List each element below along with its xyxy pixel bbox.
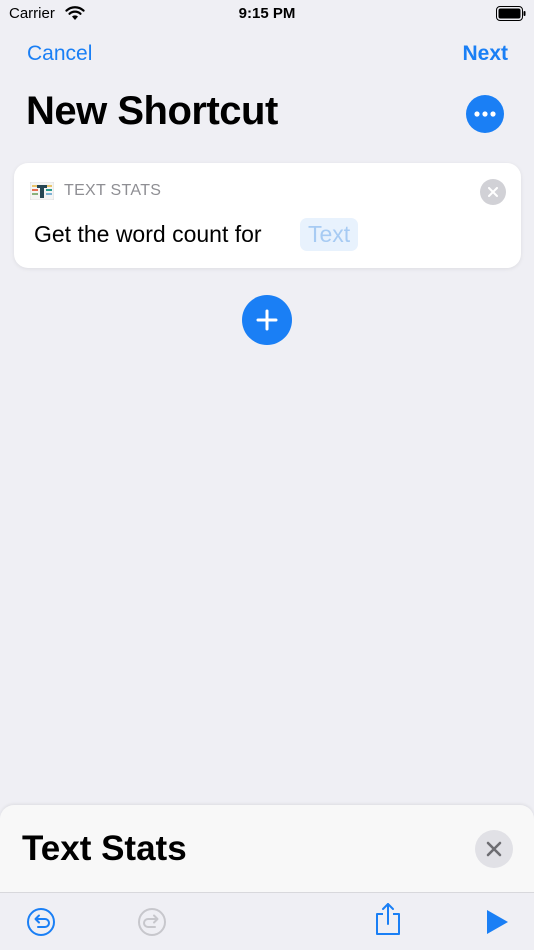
more-options-button[interactable] xyxy=(466,95,504,133)
run-button[interactable] xyxy=(482,907,512,937)
remove-action-button[interactable] xyxy=(480,179,506,205)
editor-toolbar xyxy=(0,892,534,950)
page-title: New Shortcut xyxy=(26,89,278,133)
status-bar: Carrier 9:15 PM xyxy=(0,0,534,30)
close-icon xyxy=(488,187,498,197)
action-app-name: TEXT STATS xyxy=(64,182,162,199)
share-icon xyxy=(376,903,400,935)
text-stats-app-icon xyxy=(30,182,54,200)
add-action-button[interactable] xyxy=(242,295,292,345)
plus-icon xyxy=(256,309,278,331)
text-parameter-token[interactable]: Text xyxy=(300,218,359,251)
undo-icon xyxy=(27,908,55,936)
share-button[interactable] xyxy=(373,903,403,935)
status-time: 9:15 PM xyxy=(238,5,296,22)
close-icon xyxy=(486,841,502,857)
play-icon xyxy=(487,910,508,934)
action-description: Get the word count for xyxy=(34,221,262,247)
sheet-title: Text Stats xyxy=(22,829,187,868)
cancel-button[interactable]: Cancel xyxy=(27,42,92,66)
undo-button[interactable] xyxy=(26,907,56,937)
redo-icon xyxy=(138,908,166,936)
redo-button[interactable] xyxy=(137,907,167,937)
action-card[interactable]: TEXT STATS Get the word count for Text xyxy=(14,163,521,268)
sheet-close-button[interactable] xyxy=(475,830,513,868)
battery-icon xyxy=(496,6,526,21)
next-button[interactable]: Next xyxy=(462,42,508,66)
ellipsis-icon xyxy=(474,111,496,117)
